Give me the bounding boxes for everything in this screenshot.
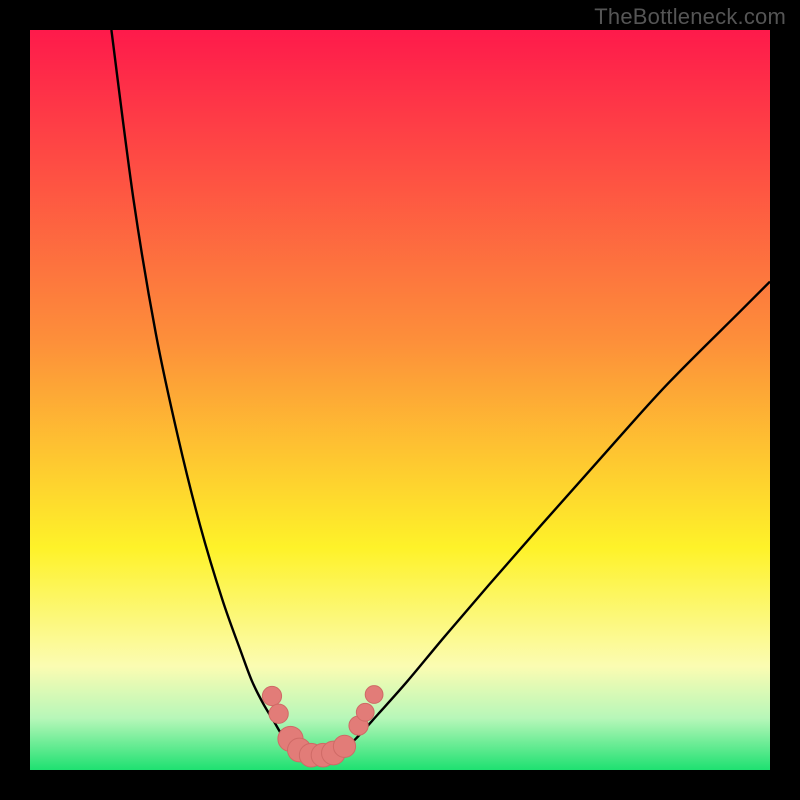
bottleneck-curve	[30, 30, 770, 770]
curve-left-branch	[111, 30, 296, 752]
chart-frame: TheBottleneck.com	[0, 0, 800, 800]
curve-marker	[356, 703, 374, 721]
curve-marker	[269, 704, 288, 723]
curve-marker	[365, 686, 383, 704]
curve-right-branch	[341, 282, 770, 753]
watermark-text: TheBottleneck.com	[594, 4, 786, 30]
plot-area	[30, 30, 770, 770]
curve-marker	[333, 735, 355, 757]
curve-markers	[262, 686, 383, 767]
curve-marker	[262, 686, 281, 705]
